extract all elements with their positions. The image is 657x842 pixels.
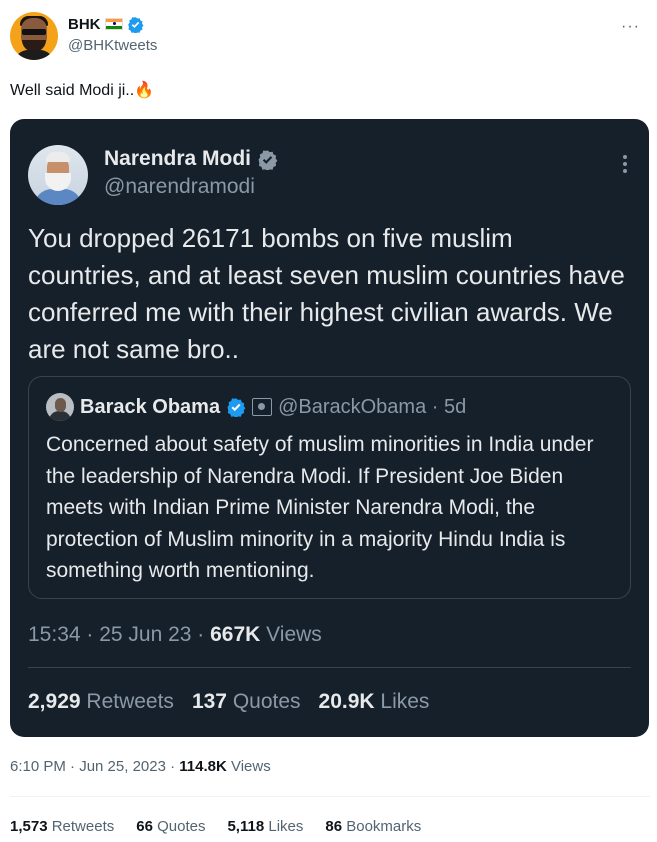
views-count: 114.8K	[179, 758, 227, 775]
author-display-name[interactable]: BHK	[68, 16, 101, 33]
embedded-tweet-text: You dropped 26171 bombs on five muslim c…	[28, 223, 625, 364]
embedded-likes: 20.9K Likes	[319, 690, 430, 714]
obama-avatar	[46, 393, 74, 421]
embedded-retweets-count: 2,929	[28, 690, 81, 713]
author-handle[interactable]: @BHKtweets	[68, 37, 157, 54]
retweets-count: 1,573	[10, 818, 48, 835]
bookmarks-count: 86	[325, 818, 343, 835]
embedded-retweets: 2,929 Retweets	[28, 690, 174, 714]
likes-stat[interactable]: 5,118 Likes	[227, 818, 303, 835]
quoted-display-name: Barack Obama	[80, 395, 221, 418]
government-seal-icon	[252, 398, 273, 416]
embedded-views-count: 667K	[210, 623, 261, 646]
embedded-handle: @narendramodi	[104, 175, 255, 198]
embedded-divider	[28, 667, 631, 668]
bookmarks-stat[interactable]: 86 Bookmarks	[325, 818, 421, 835]
bookmarks-label: Bookmarks	[342, 818, 422, 835]
embedded-quotes-count: 137	[191, 690, 227, 713]
likes-label: Likes	[264, 818, 304, 835]
embedded-likes-count: 20.9K	[318, 690, 375, 713]
embedded-retweets-label: Retweets	[80, 690, 174, 713]
embedded-verified-icon	[258, 149, 278, 170]
more-options-icon[interactable]: ···	[621, 18, 640, 36]
embedded-time: 15:34 · 25 Jun 23 ·	[28, 623, 211, 646]
verified-badge-icon	[127, 16, 143, 33]
embedded-stats: 2,929 Retweets 137 Quotes 20.9K Likes	[28, 690, 429, 714]
india-flag-icon	[104, 18, 123, 30]
embedded-likes-label: Likes	[374, 690, 430, 713]
retweets-label: Retweets	[47, 818, 115, 835]
modi-avatar	[28, 145, 88, 205]
tweet-text-body: Well said Modi ji..	[10, 82, 135, 99]
views-label: Views	[226, 758, 271, 775]
embedded-more-icon	[623, 155, 629, 176]
stats-top-divider	[10, 796, 650, 797]
quoted-tweet-header: Barack Obama @BarackObama · 5d	[46, 393, 466, 421]
tweet-timestamp[interactable]: 6:10 PM · Jun 25, 2023 ·	[10, 758, 179, 775]
likes-count: 5,118	[227, 818, 265, 835]
author-avatar[interactable]	[10, 12, 58, 60]
tweet-header: BHK @BHKtweets ···	[10, 12, 650, 62]
embedded-tweet-image[interactable]: Narendra Modi @narendramodi You dropped …	[10, 119, 649, 737]
quoted-tweet-text: Concerned about safety of muslim minorit…	[46, 433, 594, 582]
embedded-name-row: Narendra Modi	[104, 147, 278, 171]
quotes-count: 66	[136, 818, 153, 835]
quoted-verified-icon	[227, 398, 246, 417]
embedded-views-label: Views	[260, 623, 322, 646]
quoted-tweet: Barack Obama @BarackObama · 5d Concerned…	[28, 376, 631, 599]
embedded-display-name: Narendra Modi	[104, 147, 252, 170]
quoted-handle-time: @BarackObama · 5d	[278, 395, 467, 418]
fire-emoji-icon: 🔥	[134, 82, 155, 99]
embedded-quotes: 137 Quotes	[192, 690, 301, 714]
embedded-quotes-label: Quotes	[226, 690, 301, 713]
tweet-timestamp-row: 6:10 PM · Jun 25, 2023 · 114.8K Views	[10, 758, 271, 775]
quotes-stat[interactable]: 66 Quotes	[136, 818, 205, 835]
embedded-meta: 15:34 · 25 Jun 23 · 667K Views	[28, 623, 322, 647]
quotes-label: Quotes	[152, 818, 206, 835]
author-names: BHK @BHKtweets	[68, 14, 157, 55]
tweet-stats: 1,573 Retweets 66 Quotes 5,118 Likes 86 …	[10, 818, 421, 835]
tweet-text: Well said Modi ji..🔥	[10, 80, 154, 100]
retweets-stat[interactable]: 1,573 Retweets	[10, 818, 114, 835]
